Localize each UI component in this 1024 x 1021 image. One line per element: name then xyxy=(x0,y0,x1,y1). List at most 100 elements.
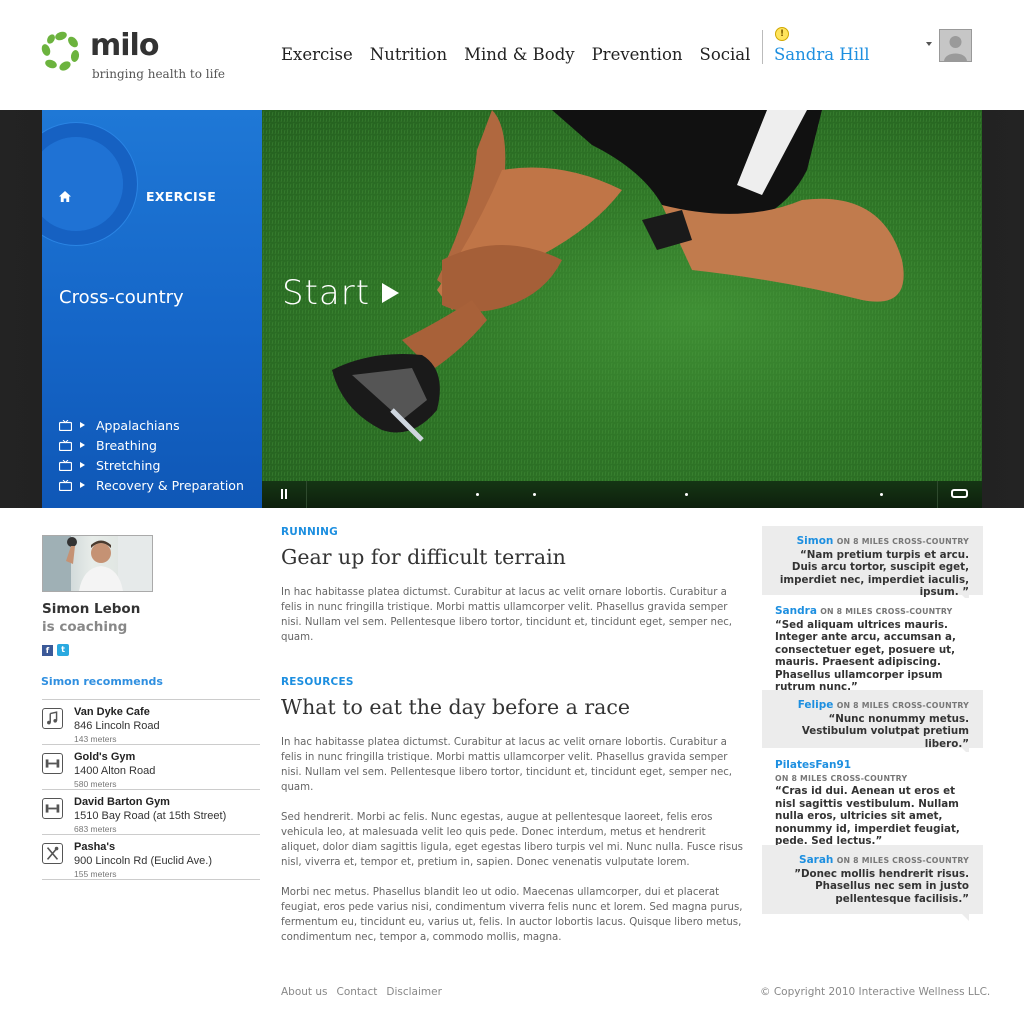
comment: Felipe ON 8 MILES CROSS-COUNTRY “Nunc no… xyxy=(762,690,983,755)
place-address: 1400 Alton Road xyxy=(74,765,156,777)
brand-name[interactable]: milo xyxy=(90,28,159,63)
comment-text: “Sed aliquam ultrices mauris. Integer an… xyxy=(775,618,956,694)
comment: Sarah ON 8 MILES CROSS-COUNTRY ”Donec mo… xyxy=(762,845,983,921)
topic-label: Stretching xyxy=(96,457,161,473)
comment-text: “Cras id dui. Aenean ut eros et nisl sag… xyxy=(775,785,960,847)
article-category[interactable]: RUNNING xyxy=(281,526,338,538)
chapter-marker[interactable] xyxy=(476,493,479,496)
topic-item-stretching[interactable]: Stretching xyxy=(59,455,244,475)
coach-photo-image xyxy=(43,536,152,591)
place-address: 846 Lincoln Road xyxy=(74,720,160,732)
place-distance: 143 meters xyxy=(74,734,117,744)
comment-user[interactable]: Sarah xyxy=(799,854,833,866)
list-item[interactable]: Gold's Gym 1400 Alton Road 580 meters xyxy=(42,745,260,790)
nav-social[interactable]: Social xyxy=(700,45,751,64)
nav-nutrition[interactable]: Nutrition xyxy=(370,45,447,64)
play-icon xyxy=(382,283,400,303)
comment: PilatesFan91 ON 8 MILES CROSS-COUNTRY “C… xyxy=(762,752,983,847)
topic-label: Appalachians xyxy=(96,417,180,433)
article-body: Morbi nec metus. Phasellus blandit leo u… xyxy=(281,887,743,943)
coach-avatar[interactable] xyxy=(42,535,153,592)
topic-label: Breathing xyxy=(96,437,157,453)
place-distance: 580 meters xyxy=(74,779,117,789)
nav-prevention[interactable]: Prevention xyxy=(592,45,683,64)
user-menu-caret-icon[interactable] xyxy=(926,42,932,46)
footer-disclaimer-link[interactable]: Disclaimer xyxy=(386,986,442,998)
article-title[interactable]: What to eat the day before a race xyxy=(281,695,630,719)
footer-contact-link[interactable]: Contact xyxy=(337,986,378,998)
section-title: Cross-country xyxy=(59,287,184,308)
topic-item-recovery[interactable]: Recovery & Preparation xyxy=(59,475,244,495)
topic-list: Appalachians Breathing Stretching Recove… xyxy=(59,415,244,495)
nav-mind-body[interactable]: Mind & Body xyxy=(464,45,574,64)
coach-name[interactable]: Simon Lebon xyxy=(42,601,140,617)
home-icon[interactable] xyxy=(59,191,71,202)
alert-icon[interactable]: ! xyxy=(775,27,789,41)
utensils-icon xyxy=(42,843,63,864)
video-scrubber[interactable] xyxy=(306,481,937,508)
coach-status: is coaching xyxy=(42,619,128,635)
start-video-button[interactable]: Start xyxy=(282,273,400,313)
twitter-icon[interactable]: t xyxy=(57,644,69,656)
pause-button[interactable] xyxy=(262,481,307,508)
copyright: © Copyright 2010 Interactive Wellness LL… xyxy=(760,986,991,998)
brand-tagline: bringing health to life xyxy=(92,67,225,81)
article-body: In hac habitasse platea dictumst. Curabi… xyxy=(281,587,733,643)
video-icon xyxy=(59,459,72,471)
comment-user[interactable]: Sandra xyxy=(775,605,817,617)
comment-context: ON 8 MILES CROSS-COUNTRY xyxy=(836,701,969,710)
comment-user[interactable]: Simon xyxy=(797,535,834,547)
list-item[interactable]: Pasha's 900 Lincoln Rd (Euclid Ave.) 155… xyxy=(42,835,260,880)
comment-user[interactable]: PilatesFan91 xyxy=(775,759,851,771)
topic-item-breathing[interactable]: Breathing xyxy=(59,435,244,455)
comment-context: ON 8 MILES CROSS-COUNTRY xyxy=(820,607,953,616)
footer-about-link[interactable]: About us xyxy=(281,986,328,998)
play-arrow-icon xyxy=(80,482,85,488)
place-distance: 683 meters xyxy=(74,824,117,834)
place-name: Gold's Gym xyxy=(74,751,136,763)
chapter-marker[interactable] xyxy=(880,493,883,496)
avatar-silhouette-icon xyxy=(940,30,971,61)
hero-video[interactable]: Start xyxy=(262,110,982,481)
list-item[interactable]: Van Dyke Cafe 846 Lincoln Road 143 meter… xyxy=(42,700,260,745)
comment-text: ”Donec mollis hendrerit risus. Phasellus… xyxy=(794,867,969,905)
topic-item-appalachians[interactable]: Appalachians xyxy=(59,415,244,435)
nav-divider xyxy=(762,30,763,64)
fullscreen-button[interactable] xyxy=(937,481,982,508)
dumbbell-icon xyxy=(42,753,63,774)
comment: Simon ON 8 MILES CROSS-COUNTRY “Nam pret… xyxy=(762,526,983,602)
comment-user[interactable]: Felipe xyxy=(798,699,834,711)
comment-text: “Nunc nonummy metus. Vestibulum volutpat… xyxy=(801,712,969,750)
music-icon xyxy=(42,708,63,729)
chapter-marker[interactable] xyxy=(685,493,688,496)
article-body: In hac habitasse platea dictumst. Curabi… xyxy=(281,737,733,793)
nav-exercise[interactable]: Exercise xyxy=(281,45,353,64)
milo-logo-icon[interactable] xyxy=(40,30,82,72)
article-body: Sed hendrerit. Morbi ac felis. Nunc eges… xyxy=(281,812,743,868)
article-category[interactable]: RESOURCES xyxy=(281,676,354,688)
section-label: EXERCISE xyxy=(146,189,217,204)
place-address: 1510 Bay Road (at 15th Street) xyxy=(74,810,227,822)
video-icon xyxy=(59,479,72,491)
user-name-link[interactable]: Sandra Hill xyxy=(774,45,870,64)
facebook-icon[interactable]: f xyxy=(42,645,53,656)
list-item[interactable]: David Barton Gym 1510 Bay Road (at 15th … xyxy=(42,790,260,835)
comment-context: ON 8 MILES CROSS-COUNTRY xyxy=(836,537,969,546)
play-arrow-icon xyxy=(80,442,85,448)
article-title[interactable]: Gear up for difficult terrain xyxy=(281,545,566,569)
topic-label: Recovery & Preparation xyxy=(96,477,244,493)
main-nav: Exercise Nutrition Mind & Body Preventio… xyxy=(281,45,767,64)
place-name: Van Dyke Cafe xyxy=(74,706,150,718)
comment-context: ON 8 MILES CROSS-COUNTRY xyxy=(775,773,908,783)
user-avatar[interactable] xyxy=(939,29,972,62)
start-label: Start xyxy=(282,273,371,313)
dumbbell-icon xyxy=(42,798,63,819)
recommendation-list: Van Dyke Cafe 846 Lincoln Road 143 meter… xyxy=(42,699,260,880)
play-arrow-icon xyxy=(80,422,85,428)
chapter-marker[interactable] xyxy=(533,493,536,496)
place-address: 900 Lincoln Rd (Euclid Ave.) xyxy=(74,855,212,867)
video-icon xyxy=(59,419,72,431)
comment-text: “Nam pretium turpis et arcu. Duis arcu t… xyxy=(779,548,969,599)
comment-context: ON 8 MILES CROSS-COUNTRY xyxy=(836,856,969,865)
exercise-wheel[interactable] xyxy=(42,122,138,246)
